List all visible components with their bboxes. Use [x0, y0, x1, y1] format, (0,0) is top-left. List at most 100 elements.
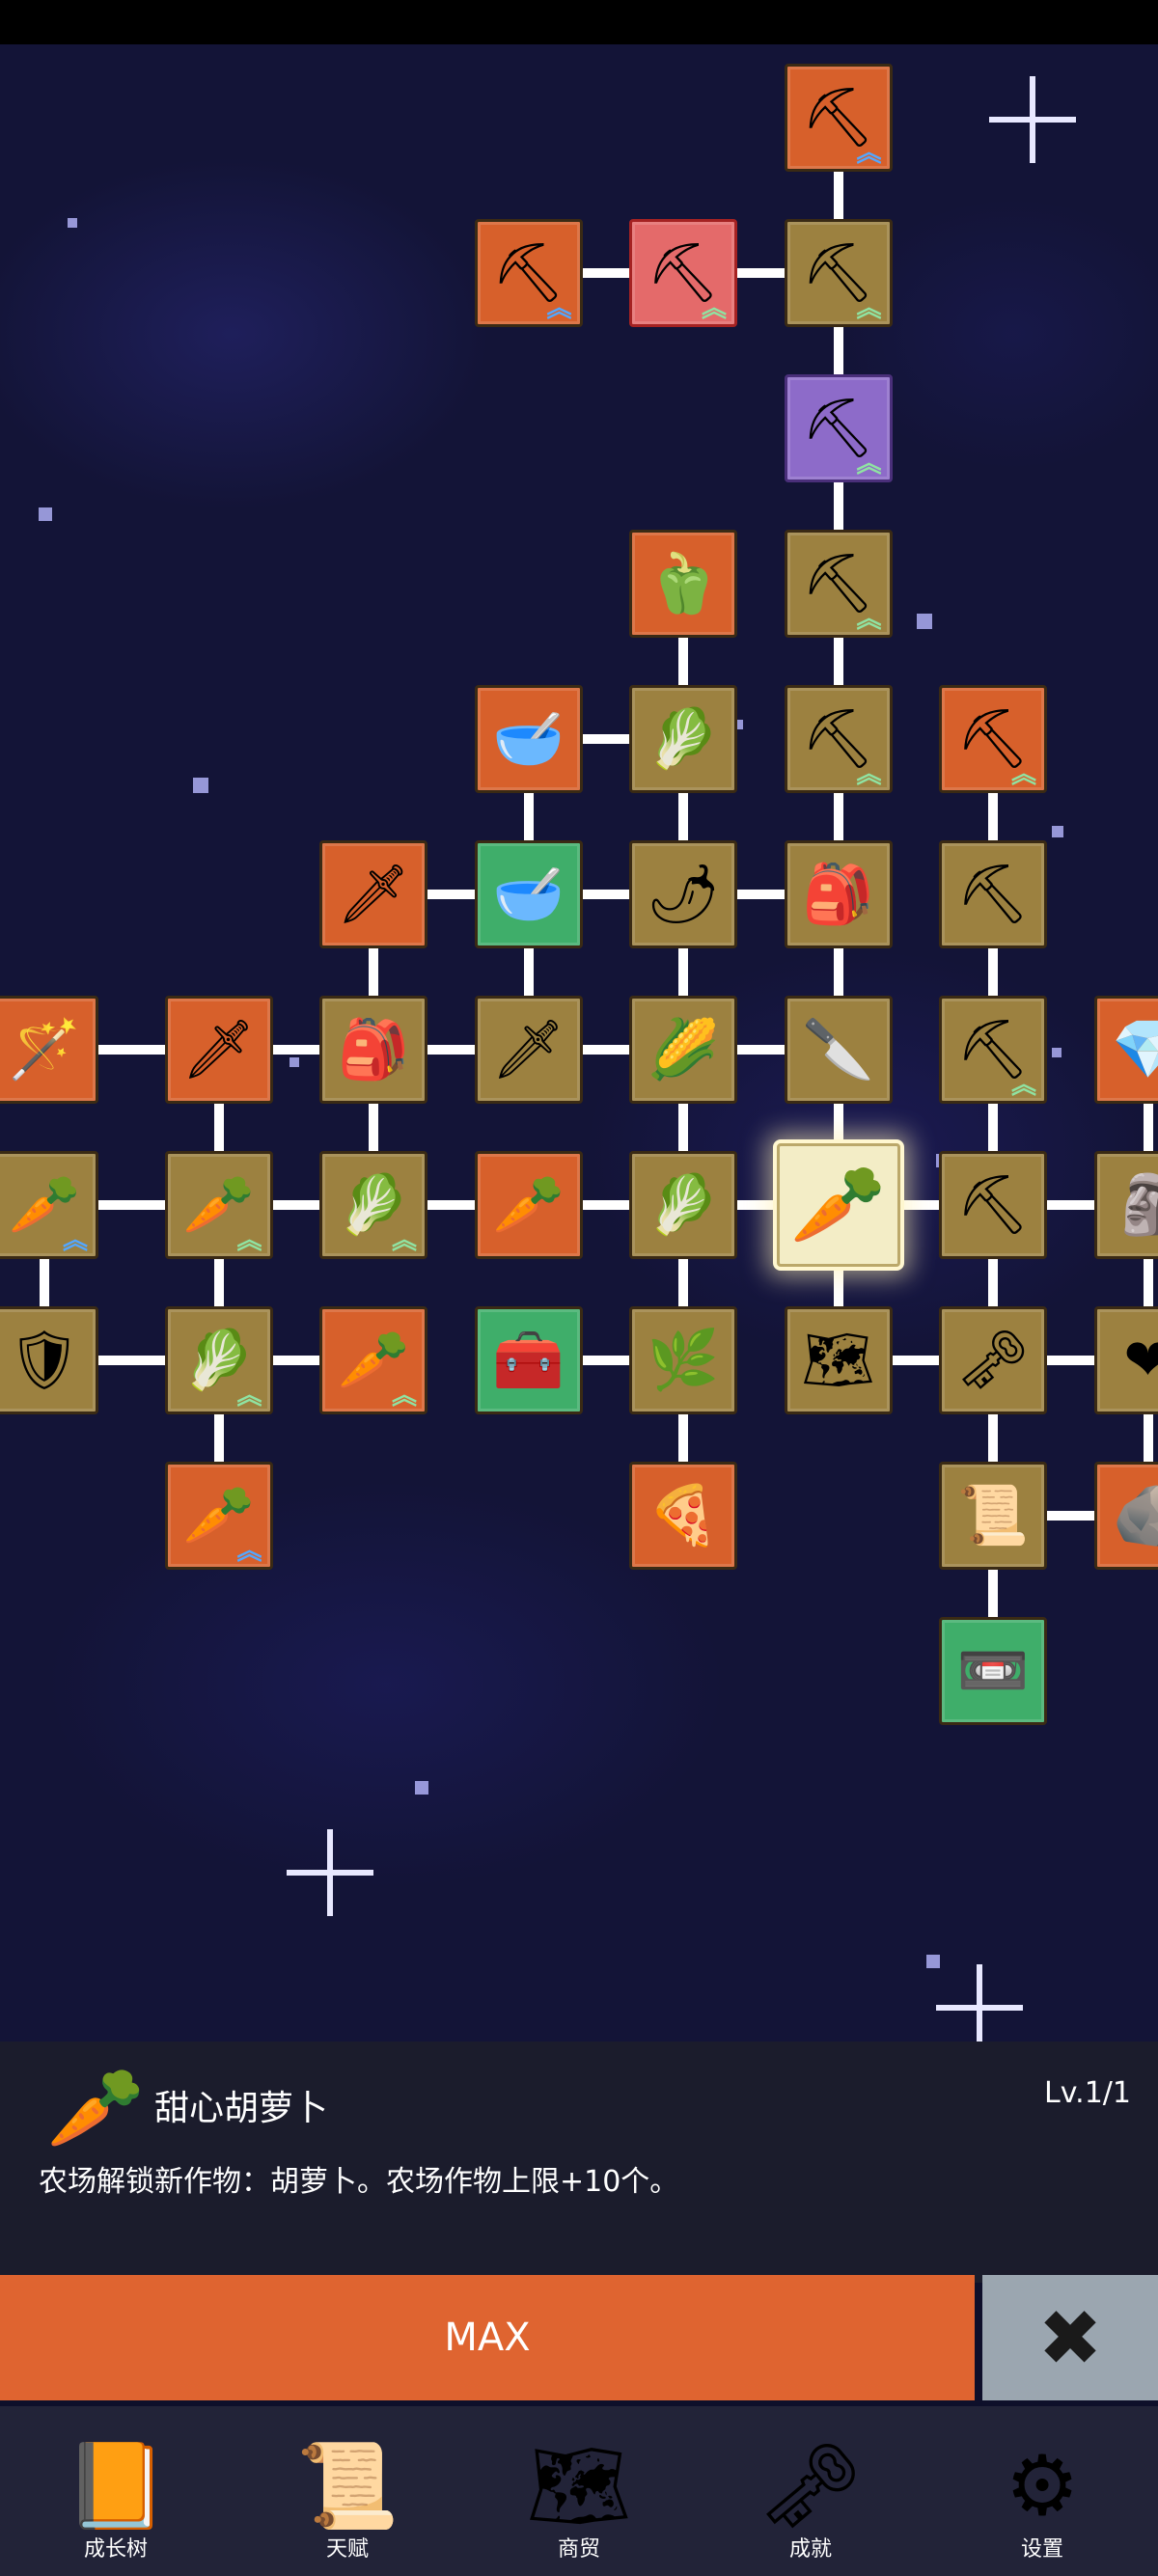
skill-node-golden-sword[interactable]: 🗡 — [319, 840, 427, 948]
carrot-icon: 🥕 — [182, 1171, 255, 1239]
skill-node-staff[interactable]: 🪄 — [0, 996, 98, 1104]
skill-node-shovel-a[interactable]: ⛏ ︽ — [474, 219, 583, 327]
max-button[interactable]: MAX — [0, 2275, 975, 2400]
skill-node-pepper[interactable]: 🫑 — [629, 530, 737, 638]
tree-connector — [678, 789, 688, 844]
nav-item-trade[interactable]: 🗺 商贸 — [482, 2406, 676, 2576]
chest-icon: 🧰 — [492, 1327, 565, 1394]
tree-connector — [833, 323, 843, 378]
skill-node-shovel-top[interactable]: ⛏ ︽ — [784, 64, 893, 172]
carrot-icon: 🥕 — [492, 1171, 565, 1239]
skill-node-dagger[interactable]: 🔪 — [784, 996, 893, 1104]
tree-connector — [888, 1356, 943, 1365]
skill-node-cabbage-a[interactable]: 🥬 ︽ — [319, 1151, 427, 1259]
carrot-icon: 🥕 — [8, 1171, 81, 1239]
radish-icon: 🥬 — [647, 705, 720, 773]
skill-node-sweet-carrot[interactable]: 🥕 — [776, 1143, 900, 1267]
tree-connector — [40, 1255, 49, 1310]
close-button[interactable]: ✖ — [982, 2275, 1158, 2400]
status-bar — [0, 0, 1158, 44]
nav-item-achievement[interactable]: 🗝 成就 — [714, 2406, 907, 2576]
upgrade-chevron-icon: ︽ — [701, 294, 727, 323]
skill-node-shovel-e[interactable]: ⛏ ︽ — [784, 530, 893, 638]
tree-connector — [988, 789, 998, 844]
nav-item-talent[interactable]: 📜 天赋 — [251, 2406, 444, 2576]
upgrade-chevron-icon: ︽ — [236, 1226, 262, 1255]
skill-node-sword-b[interactable]: 🗡 — [474, 996, 583, 1104]
nav-label: 成长树 — [83, 2537, 148, 2562]
skill-node-pickaxe-d[interactable]: ⛏ — [939, 1151, 1047, 1259]
tree-connector — [424, 890, 479, 899]
skill-node-shovel-f[interactable]: ⛏ ︽ — [784, 685, 893, 793]
background-star — [415, 1781, 428, 1795]
skill-node-map[interactable]: 🗺 — [784, 1306, 893, 1414]
upgrade-chevron-icon: ︽ — [856, 605, 882, 634]
key-icon: 🗝 — [955, 1327, 1031, 1394]
skill-node-backpack-a[interactable]: 🎒 — [784, 840, 893, 948]
skill-node-shovel-b[interactable]: ⛏ ︽ — [629, 219, 737, 327]
skill-node-leek[interactable]: 🌿 — [629, 1306, 737, 1414]
skill-node-backpack-b[interactable]: 🎒 — [319, 996, 427, 1104]
skill-node-cabbage-c[interactable]: 🥬 ︽ — [164, 1306, 273, 1414]
carrot-icon: 🥕 — [182, 1482, 255, 1549]
tree-connector — [1143, 1100, 1153, 1155]
tree-connector — [578, 1200, 633, 1210]
skill-node-shovel-c[interactable]: ⛏ ︽ — [784, 219, 893, 327]
skill-node-gold-key[interactable]: 🗝 — [939, 1306, 1047, 1414]
shield-icon: 🛡 — [7, 1327, 82, 1394]
stone-icon: 🪨 — [1112, 1482, 1158, 1549]
tree-connector — [268, 1045, 323, 1055]
leek-icon: 🌿 — [647, 1327, 720, 1394]
skill-node-corn[interactable]: 🌽 — [629, 996, 737, 1104]
cabbage-icon: 🥬 — [647, 1171, 720, 1239]
skill-node-shield[interactable]: 🛡 — [0, 1306, 98, 1414]
shovel-icon: ⛏ — [801, 239, 875, 307]
skill-node-bowl[interactable]: 🥣 — [474, 840, 583, 948]
crystal-icon: 💎 — [1112, 1016, 1158, 1083]
skill-node-chest[interactable]: 🧰 — [474, 1306, 583, 1414]
shovel-icon: ⛏ — [801, 705, 875, 773]
skill-node-pickaxe-a[interactable]: ⛏ ︽ — [939, 685, 1047, 793]
heart-icon: ❤ — [1123, 1327, 1158, 1394]
skill-node-soup-bowl[interactable]: 🥣 — [474, 685, 583, 793]
tree-connector — [833, 634, 843, 689]
key-icon: 🗝 — [758, 2438, 864, 2535]
skill-node-chili[interactable]: 🌶 — [629, 840, 737, 948]
nav-item-settings[interactable]: ⚙ 设置 — [946, 2406, 1139, 2576]
skill-node-crystal[interactable]: 💎 — [1093, 996, 1158, 1104]
skill-node-sword-a[interactable]: 🗡 — [164, 996, 273, 1104]
tree-connector — [678, 1255, 688, 1310]
nav-item-growth-tree[interactable]: 📙 成长树 — [19, 2406, 212, 2576]
skill-node-pizza[interactable]: 🍕 — [629, 1462, 737, 1570]
skill-node-pickaxe-c[interactable]: ⛏ ︽ — [939, 996, 1047, 1104]
shovel-icon: ⛏ — [646, 239, 721, 307]
skill-node-carrot-d[interactable]: 🥕 ︽ — [319, 1306, 427, 1414]
skill-node-carrot-c[interactable]: 🥕 — [474, 1151, 583, 1259]
statue-icon: 🗿 — [1112, 1171, 1158, 1239]
tree-connector — [733, 268, 788, 278]
carrot-icon: 🥕 — [337, 1327, 410, 1394]
tree-connector — [988, 945, 998, 1000]
skill-node-tape[interactable]: 📼 — [939, 1617, 1047, 1725]
nav-label: 成就 — [788, 2537, 832, 2562]
tree-connector — [213, 1255, 224, 1310]
sword-icon: 🗡 — [336, 861, 411, 928]
skill-node-carrot-e[interactable]: 🥕 ︽ — [164, 1462, 273, 1570]
skill-node-scroll[interactable]: 📜 — [939, 1462, 1047, 1570]
skill-node-carrot-b[interactable]: 🥕 ︽ — [164, 1151, 273, 1259]
upgrade-chevron-icon: ︽ — [856, 139, 882, 168]
scroll-icon: 📜 — [956, 1482, 1030, 1549]
skill-node-radish[interactable]: 🥬 — [629, 685, 737, 793]
skill-node-heart[interactable]: ❤︽ — [1093, 1306, 1158, 1414]
skill-node-carrot-a[interactable]: 🥕 ︽ — [0, 1151, 98, 1259]
skill-node-cabbage-b[interactable]: 🥬 — [629, 1151, 737, 1259]
skill-node-pickaxe-b[interactable]: ⛏ — [939, 840, 1047, 948]
tree-connector — [578, 1045, 633, 1055]
upgrade-chevron-icon: ︽ — [391, 1382, 417, 1411]
skill-node-statue[interactable]: 🗿 — [1093, 1151, 1158, 1259]
skill-tree-canvas[interactable]: ⛏ ︽ ⛏ ︽ ⛏ ︽ ⛏ ︽ ⛏ ︽ 🫑 ⛏ ︽ 🥣 🥬 ⛏ ︽ ⛏ ︽ 🗡 🥣 🌶 🎒 ⛏ 🪄 🗡 🎒 🗡 🌽 🔪 ⛏ ︽ 💎 🥕 ︽ 🥕 ︽ 🥬 ︽ 🥕… — [0, 44, 1158, 2042]
cabbage-icon: 🥬 — [182, 1327, 255, 1394]
skill-node-shovel-d[interactable]: ⛏ ︽ — [784, 374, 893, 482]
backpack-icon: 🎒 — [337, 1016, 410, 1083]
skill-node-stone[interactable]: 🪨 — [1093, 1462, 1158, 1570]
